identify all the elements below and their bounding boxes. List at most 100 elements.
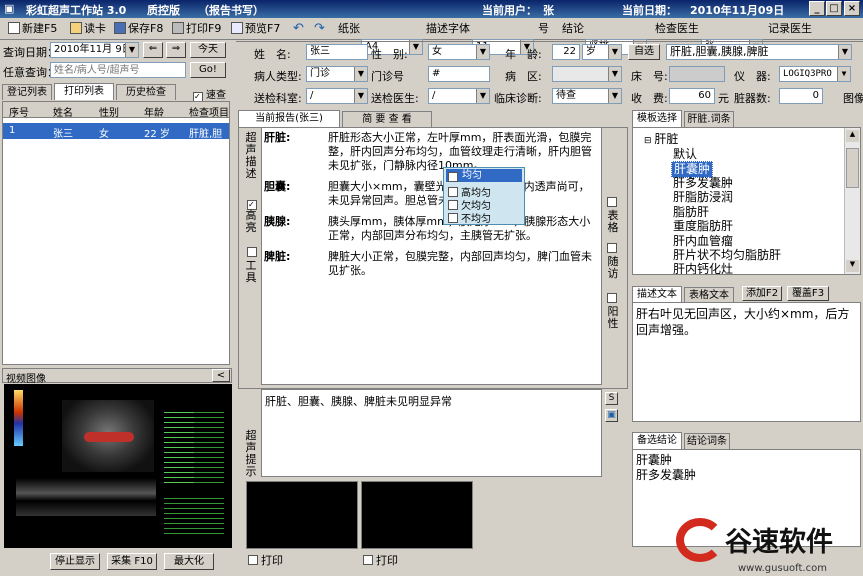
dept-value: /: [310, 90, 314, 101]
checkbox-icon: [448, 213, 458, 223]
minimize-button[interactable]: _: [809, 1, 825, 16]
tree-item[interactable]: 脂肪肝: [673, 205, 709, 220]
tool-checkbox[interactable]: [247, 246, 260, 259]
print-check-1[interactable]: 打印: [248, 552, 283, 568]
tree-item[interactable]: 重度脂肪肝: [673, 219, 733, 234]
exam-items-field[interactable]: 肝脏,胆囊,胰腺,脾脏 ▼: [666, 44, 852, 60]
hint-editor[interactable]: 肝脏、胆囊、胰腺、脾脏未见明显异常: [261, 389, 602, 477]
toolbar: 新建F5 读卡 保存F8 打印F9 预览F7 ↶ ↷ 纸张 A4▼ 描述字体 1…: [0, 18, 863, 55]
tab-register-list[interactable]: 登记列表: [2, 84, 52, 100]
scroll-up-icon[interactable]: ▲: [846, 130, 859, 142]
query-date-picker[interactable]: 2010年11月 9日 ▼: [50, 42, 139, 58]
image-label: 图像: [843, 92, 863, 105]
checkbox-icon: [607, 197, 617, 207]
organ-spleen-text[interactable]: 脾脏大小正常，包膜完整，内部回声均匀，脾门血管未见扩张。: [328, 250, 598, 278]
checkbox-icon: [607, 243, 617, 253]
follow-checkbox[interactable]: [607, 242, 620, 255]
paper-label: 纸张: [338, 22, 360, 35]
tab-liver-terms[interactable]: 肝脏.词条: [684, 111, 734, 127]
conclusion-item[interactable]: 肝囊肿: [636, 453, 672, 468]
card-icon: [70, 22, 82, 34]
age-unit-select[interactable]: 岁 ▼: [582, 44, 622, 60]
checkbox-icon: [448, 200, 458, 210]
redo-icon[interactable]: ↷: [314, 21, 325, 37]
diagnosis-select[interactable]: 待查 ▼: [552, 88, 622, 104]
desc-text-box[interactable]: 肝右叶见无回声区，大小约×mm，后方回声增强。: [632, 302, 861, 422]
tool-label: 工具: [245, 259, 257, 284]
scroll-down-icon[interactable]: ▼: [846, 260, 859, 272]
save-button[interactable]: 保存F8: [114, 21, 163, 37]
add-button[interactable]: 添加F2: [742, 286, 782, 301]
device-select[interactable]: LOGIQ3PRO ▼: [779, 66, 851, 82]
overwrite-button[interactable]: 覆盖F3: [787, 286, 829, 301]
bed-field[interactable]: [669, 66, 725, 82]
tree-item[interactable]: 肝内血管瘤: [673, 234, 733, 249]
age-field[interactable]: 22: [552, 44, 580, 60]
scroll-thumb[interactable]: [846, 148, 859, 188]
tree-item[interactable]: 肝脂肪浸润: [673, 190, 733, 205]
cell-sex: 女: [99, 129, 109, 140]
tab-template-select[interactable]: 模板选择: [632, 110, 682, 127]
tab-desc-text[interactable]: 描述文本: [632, 286, 682, 303]
preview-button[interactable]: 预览F7: [231, 21, 280, 37]
collapse-button[interactable]: <: [212, 369, 230, 382]
tree-scrollbar[interactable]: ▲ ▼: [844, 128, 860, 274]
save-icon: [114, 22, 126, 34]
spell-button[interactable]: S: [605, 392, 618, 405]
new-button[interactable]: 新建F5: [8, 21, 57, 37]
exam-doctor-label: 检查医生: [655, 22, 699, 35]
undo-icon[interactable]: ↶: [293, 21, 304, 37]
tab-conclusion-terms[interactable]: 结论词条: [684, 433, 730, 449]
tab-table-text[interactable]: 表格文本: [684, 287, 734, 303]
print-image-1[interactable]: [246, 481, 358, 549]
hint-text[interactable]: 肝脏、胆囊、胰腺、脾脏未见明显异常: [265, 393, 452, 409]
tab-history[interactable]: 历史检查: [116, 84, 176, 100]
print-image-2[interactable]: [361, 481, 473, 549]
today-button[interactable]: 今天: [190, 42, 226, 58]
highlight-checkbox[interactable]: ✓: [247, 196, 260, 210]
next-date-button[interactable]: ⇒: [166, 42, 186, 58]
capture-button[interactable]: 采集 F10: [107, 553, 157, 570]
table-row[interactable]: 1 张三 女 22 岁 肝脏,胆: [3, 123, 229, 140]
search-input[interactable]: [50, 62, 186, 78]
dept-select[interactable]: / ▼: [306, 88, 368, 104]
clinic-no-field[interactable]: #: [428, 66, 490, 82]
stop-display-button[interactable]: 停止显示: [50, 553, 100, 570]
tree-item[interactable]: 肝多发囊肿: [673, 176, 733, 191]
tab-brief-view[interactable]: 简 要 查 看: [342, 111, 432, 127]
positive-checkbox[interactable]: [607, 292, 620, 305]
maximize-video-button[interactable]: 最大化: [164, 553, 214, 570]
tab-print-list[interactable]: 打印列表: [54, 83, 114, 100]
quick-check[interactable]: ✓ 速查: [193, 86, 226, 102]
tree-item[interactable]: 肝片状不均匀脂肪肝: [673, 248, 781, 263]
ward-select[interactable]: ▼: [552, 66, 622, 82]
fee-field[interactable]: 60: [669, 88, 715, 104]
maximize-button[interactable]: □: [826, 1, 842, 16]
close-button[interactable]: ×: [844, 1, 860, 16]
print-check-2[interactable]: 打印: [363, 552, 398, 568]
prev-date-button[interactable]: ⇐: [143, 42, 163, 58]
go-button[interactable]: Go!: [190, 62, 226, 78]
col-index: 序号: [9, 108, 29, 119]
desc-text[interactable]: 肝右叶见无回声区，大小约×mm，后方回声增强。: [636, 306, 858, 338]
read-card-button[interactable]: 读卡: [70, 21, 106, 37]
organ-count-field[interactable]: 0: [779, 88, 823, 104]
tree-item[interactable]: 肝内钙化灶: [673, 262, 733, 274]
tab-alt-conclusion[interactable]: 备选结论: [632, 432, 682, 449]
sex-select[interactable]: 女 ▼: [428, 44, 490, 60]
select-items-button[interactable]: 自选: [628, 44, 660, 60]
doctor-select[interactable]: / ▼: [428, 88, 490, 104]
fee-unit: 元: [718, 92, 729, 105]
patient-type-select[interactable]: 门诊 ▼: [306, 66, 368, 82]
popup-option-3[interactable]: 不均匀: [448, 210, 491, 225]
popup-checkbox[interactable]: [448, 171, 461, 184]
save-icon[interactable]: ▣: [605, 409, 618, 422]
conclusion-item[interactable]: 肝多发囊肿: [636, 468, 696, 483]
table-checkbox[interactable]: [607, 196, 620, 209]
print-button[interactable]: 打印F9: [172, 21, 221, 37]
tree-item[interactable]: 默认: [673, 147, 697, 162]
print-check-2-label: 打印: [376, 554, 398, 567]
tab-current-report[interactable]: 当前报告(张三): [238, 110, 340, 127]
name-field[interactable]: 张三: [306, 44, 368, 60]
table-label: 表格: [607, 209, 619, 234]
